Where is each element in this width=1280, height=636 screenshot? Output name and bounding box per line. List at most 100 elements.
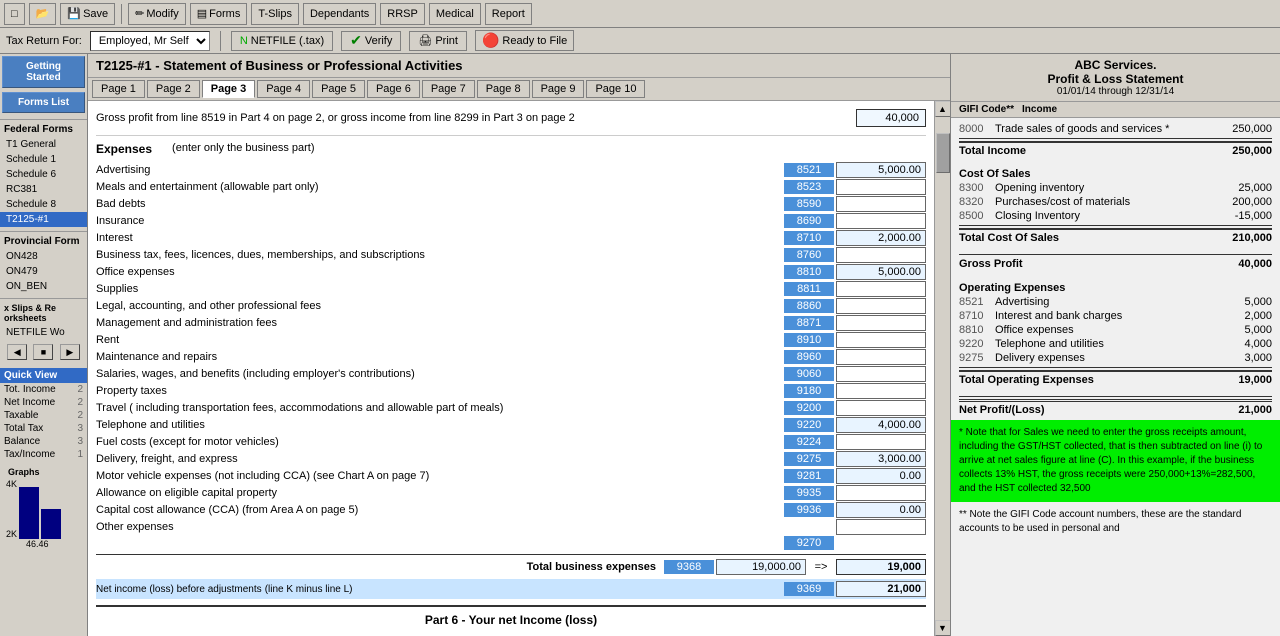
qv-balance[interactable]: Balance3	[0, 435, 87, 448]
qv-tax-income[interactable]: Tax/Income1	[0, 448, 87, 461]
input-delivery[interactable]	[836, 451, 926, 467]
sidebar-item-netfile[interactable]: NETFILE Wo	[0, 325, 87, 340]
input-bad-debts[interactable]	[836, 196, 926, 212]
forms-button[interactable]: ▤ Forms	[190, 3, 248, 25]
rp-header: ABC Services. Profit & Loss Statement 01…	[951, 54, 1280, 102]
tab-page10[interactable]: Page 10	[586, 80, 645, 98]
tab-page8[interactable]: Page 8	[477, 80, 530, 98]
tab-page2[interactable]: Page 2	[147, 80, 200, 98]
sidebar-item-schedule8[interactable]: Schedule 8	[0, 197, 87, 212]
rp-operating-section: Operating Expenses 8521 Advertising 5,00…	[951, 275, 1280, 390]
tab-page1[interactable]: Page 1	[92, 80, 145, 98]
expenses-header: Expenses (enter only the business part)	[96, 142, 926, 156]
tab-page7[interactable]: Page 7	[422, 80, 475, 98]
input-travel[interactable]	[836, 400, 926, 416]
input-property-tax[interactable]	[836, 383, 926, 399]
tab-page4[interactable]: Page 4	[257, 80, 310, 98]
scroll-down-arrow[interactable]: ▼	[935, 620, 951, 636]
expense-row-insurance: Insurance 8690	[96, 213, 926, 229]
sidebar-item-on479[interactable]: ON479	[0, 264, 87, 279]
input-salaries[interactable]	[836, 366, 926, 382]
qv-net-income[interactable]: Net Income2	[0, 396, 87, 409]
verify-button[interactable]: ✔ Verify	[341, 31, 401, 51]
gross-line-text: Gross profit from line 8519 in Part 4 on…	[96, 112, 575, 124]
rp-total-operating: Total Operating Expenses 19,000	[959, 370, 1272, 386]
vertical-scrollbar[interactable]: ▲ ▼	[934, 101, 950, 636]
input-legal[interactable]	[836, 298, 926, 314]
scroll-up-arrow[interactable]: ▲	[935, 101, 951, 117]
tab-page9[interactable]: Page 9	[532, 80, 585, 98]
save-button[interactable]: 💾 Save	[60, 3, 115, 25]
rp-row-purchases: 8320 Purchases/cost of materials 200,000	[959, 195, 1272, 209]
sep2	[220, 31, 221, 51]
expense-row-fuel: Fuel costs (except for motor vehicles) 9…	[96, 434, 926, 450]
expenses-note: (enter only the business part)	[172, 142, 314, 156]
input-other[interactable]	[836, 519, 926, 535]
tab-page6[interactable]: Page 6	[367, 80, 420, 98]
open-button[interactable]: 📂	[29, 3, 57, 25]
sidebar-item-schedule1[interactable]: Schedule 1	[0, 152, 87, 167]
input-office[interactable]	[836, 264, 926, 280]
sidebar: Getting Started Forms List Federal Forms…	[0, 54, 88, 636]
modify-button[interactable]: ✏ Modify	[128, 3, 186, 25]
input-insurance[interactable]	[836, 213, 926, 229]
input-advertising[interactable]	[836, 162, 926, 178]
expense-rows: Advertising 8521 Meals and entertainment…	[96, 162, 926, 550]
input-interest[interactable]	[836, 230, 926, 246]
input-rent[interactable]	[836, 332, 926, 348]
rp-total-income: Total Income 250,000	[959, 141, 1272, 157]
divider5	[959, 396, 1272, 397]
tab-page5[interactable]: Page 5	[312, 80, 365, 98]
input-meals[interactable]	[836, 179, 926, 195]
input-business-tax[interactable]	[836, 247, 926, 263]
qv-tot-income[interactable]: Tot. Income2	[0, 383, 87, 396]
report-button[interactable]: Report	[485, 3, 532, 25]
net-income-code: 9369	[784, 582, 834, 596]
sidebar-item-rc381[interactable]: RC381	[0, 182, 87, 197]
rp-row-advertising: 8521 Advertising 5,000	[959, 295, 1272, 309]
forms-list-button[interactable]: Forms List	[2, 92, 85, 113]
input-allowance[interactable]	[836, 485, 926, 501]
scroll-thumb[interactable]	[936, 133, 950, 173]
input-motor-vehicle[interactable]	[836, 468, 926, 484]
input-supplies[interactable]	[836, 281, 926, 297]
rp-note-green: * Note that for Sales we need to enter t…	[951, 420, 1280, 502]
input-management[interactable]	[836, 315, 926, 331]
input-telephone[interactable]	[836, 417, 926, 433]
taxpayer-select[interactable]: Employed, Mr Self	[90, 31, 210, 51]
ready-icon: 🔴	[482, 32, 499, 49]
nav-next-button[interactable]: ▶	[60, 344, 80, 360]
nav-home-button[interactable]: ■	[33, 344, 53, 360]
rp-row-closing: 8500 Closing Inventory -15,000	[959, 209, 1272, 223]
toolbar: □ 📂 💾 Save ✏ Modify ▤ Forms T-Slips Depe…	[0, 0, 1280, 28]
input-fuel[interactable]	[836, 434, 926, 450]
gross-amount[interactable]: 40,000	[856, 109, 926, 127]
main-layout: Getting Started Forms List Federal Forms…	[0, 54, 1280, 636]
medical-button[interactable]: Medical	[429, 3, 481, 25]
sidebar-item-t2125[interactable]: T2125-#1	[0, 212, 87, 227]
sidebar-item-schedule6[interactable]: Schedule 6	[0, 167, 87, 182]
total-label: Total business expenses	[527, 561, 656, 573]
sidebar-nav: ◀ ■ ▶	[0, 340, 87, 364]
closing-inventory-label: Closing Inventory	[995, 210, 1212, 222]
sidebar-item-on428[interactable]: ON428	[0, 249, 87, 264]
print-button[interactable]: 🖨 Print	[409, 31, 467, 51]
input-cca[interactable]	[836, 502, 926, 518]
new-button[interactable]: □	[4, 3, 25, 25]
input-total-final[interactable]	[836, 559, 926, 575]
qv-taxable[interactable]: Taxable2	[0, 409, 87, 422]
input-net-income[interactable]	[836, 581, 926, 597]
nav-prev-button[interactable]: ◀	[7, 344, 27, 360]
sidebar-item-onben[interactable]: ON_BEN	[0, 279, 87, 294]
getting-started-button[interactable]: Getting Started	[2, 56, 85, 88]
divider3	[959, 254, 1272, 255]
input-maintenance[interactable]	[836, 349, 926, 365]
dependants-button[interactable]: Dependants	[303, 3, 376, 25]
tab-page3[interactable]: Page 3	[202, 80, 255, 98]
tslips-button[interactable]: T-Slips	[251, 3, 299, 25]
netfile-button[interactable]: N NETFILE (.tax)	[231, 31, 333, 51]
qv-total-tax[interactable]: Total Tax3	[0, 422, 87, 435]
sidebar-item-t1general[interactable]: T1 General	[0, 137, 87, 152]
input-total[interactable]	[716, 559, 806, 575]
rrsp-button[interactable]: RRSP	[380, 3, 425, 25]
